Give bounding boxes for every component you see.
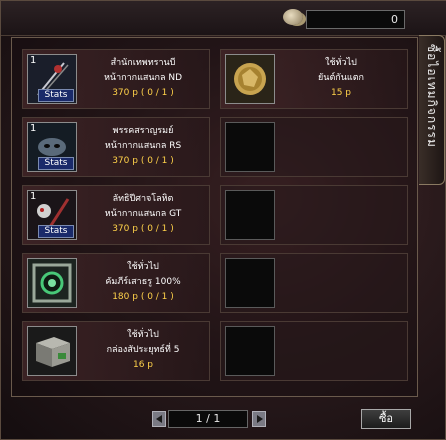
shop-item[interactable]: 1 Stats ลัทธิปีศาจโลหิต หน้ากากแสนกล GT … [22, 185, 210, 245]
item-icon-slot [27, 258, 77, 308]
empty-icon-slot [225, 122, 275, 172]
shop-item[interactable]: ใช้ทั่วไป คัมภีร์เสาธรู 100% 180 p ( 0 /… [22, 253, 210, 313]
money-display: 0 [306, 10, 405, 29]
empty-icon-slot [225, 258, 275, 308]
empty-icon-slot [225, 326, 275, 376]
shop-item[interactable]: ใช้ทั่วไป ยันต์กันแตก 15 p [220, 49, 408, 109]
item-icon-slot [225, 54, 275, 104]
tab-event-items-label: ซื้อไอเทมกิจกรรม [425, 44, 439, 148]
item-icon-slot: 1 Stats [27, 54, 77, 104]
stats-button[interactable]: Stats [38, 225, 74, 238]
item-name: หน้ากากแสนกล ND [103, 73, 183, 83]
item-name: หน้ากากแสนกล GT [104, 209, 182, 219]
item-text: ใช้ทั่วไป คัมภีร์เสาธรู 100% 180 p ( 0 /… [79, 260, 207, 305]
empty-slot [220, 117, 408, 177]
item-title: ใช้ทั่วไป [127, 262, 159, 272]
item-text: พรรคสราญรมย์ หน้ากากแสนกล RS 370 p ( 0 /… [79, 124, 207, 169]
shop-item[interactable]: ใช้ทั่วไป กล่องสัประยุทธ์ที่ 5 16 p [22, 321, 210, 381]
item-icon-slot [27, 326, 77, 376]
shop-item[interactable]: 1 Stats พรรคสราญรมย์ หน้ากากแสนกล RS 370… [22, 117, 210, 177]
item-price: 370 p ( 0 / 1 ) [112, 224, 174, 234]
buy-button[interactable]: ซื้อ [361, 409, 411, 429]
empty-icon-slot [225, 190, 275, 240]
item-text: สำนักเทพทรานบี หน้ากากแสนกล ND 370 p ( 0… [79, 56, 207, 101]
item-text: ใช้ทั่วไป กล่องสัประยุทธ์ที่ 5 16 p [79, 328, 207, 373]
item-icon-slot: 1 Stats [27, 190, 77, 240]
item-text: ใช้ทั่วไป ยันต์กันแตก 15 p [277, 56, 405, 101]
item-name: กล่องสัประยุทธ์ที่ 5 [106, 345, 180, 355]
item-title: ใช้ทั่วไป [325, 58, 357, 68]
tab-event-items[interactable]: ซื้อไอเทมกิจกรรม [419, 35, 445, 185]
coin-stack-icon [283, 9, 303, 25]
item-price: 15 p [330, 88, 352, 98]
item-text: ลัทธิปีศาจโลหิต หน้ากากแสนกล GT 370 p ( … [79, 192, 207, 237]
item-price: 180 p ( 0 / 1 ) [112, 292, 174, 302]
item-name: คัมภีร์เสาธรู 100% [105, 277, 181, 287]
green-scroll-icon [28, 259, 76, 307]
item-price: 370 p ( 0 / 1 ) [112, 156, 174, 166]
item-price: 370 p ( 0 / 1 ) [112, 88, 174, 98]
next-page-button[interactable] [252, 411, 266, 427]
stats-button[interactable]: Stats [38, 89, 74, 102]
item-price: 16 p [132, 360, 154, 370]
page-indicator: 1 / 1 [168, 410, 248, 428]
item-title: ลัทธิปีศาจโลหิต [112, 194, 174, 204]
empty-slot [220, 185, 408, 245]
stats-button[interactable]: Stats [38, 157, 74, 170]
title-bar: 0 [1, 1, 446, 36]
empty-slot [220, 321, 408, 381]
box-icon [28, 327, 76, 375]
shop-window: 0 ซื้อไอเทมกิจกรรม 1 Stats สำนักเทพทรานบ… [0, 0, 446, 440]
empty-slot [220, 253, 408, 313]
item-icon-slot: 1 Stats [27, 122, 77, 172]
prev-page-button[interactable] [152, 411, 166, 427]
item-quantity: 1 [30, 123, 37, 134]
item-quantity: 1 [30, 55, 37, 66]
item-title: ใช้ทั่วไป [127, 330, 159, 340]
item-name: ยันต์กันแตก [318, 73, 364, 83]
shop-item[interactable]: 1 Stats สำนักเทพทรานบี หน้ากากแสนกล ND 3… [22, 49, 210, 109]
item-name: หน้ากากแสนกล RS [104, 141, 182, 151]
item-quantity: 1 [30, 191, 37, 202]
gold-talisman-icon [226, 55, 274, 103]
item-title: พรรคสราญรมย์ [112, 126, 174, 136]
item-title: สำนักเทพทรานบี [110, 58, 176, 68]
